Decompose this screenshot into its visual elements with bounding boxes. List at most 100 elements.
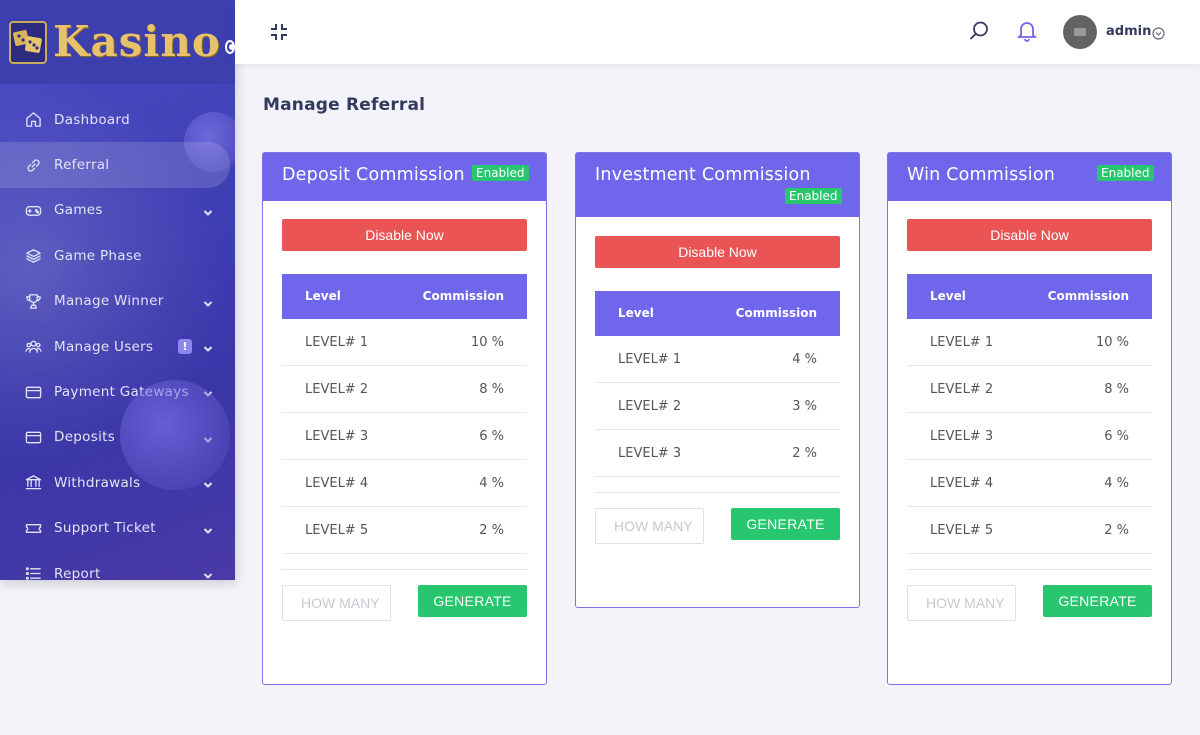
commission-cell: 2 % <box>1104 523 1129 538</box>
topbar: admin <box>235 0 1200 64</box>
win-commission-card: Win Commission Enabled Disable Now Level C… <box>887 152 1172 685</box>
table-row: LEVEL# 4 4 % <box>282 460 527 507</box>
status-badge: Enabled <box>472 165 529 181</box>
card-title: Win Commission <box>907 165 1056 185</box>
sidebar: Kasino Dashboard Referral Games Game Phase M… <box>0 0 235 580</box>
sidebar-item-label: Manage Winner <box>54 293 164 310</box>
sidebar-item-manage-winner[interactable]: Manage Winner <box>0 279 235 324</box>
bank-icon <box>24 474 42 492</box>
table-row: LEVEL# 5 2 % <box>907 507 1152 554</box>
commission-cell: 10 % <box>1095 335 1129 350</box>
level-cell: LEVEL# 2 <box>930 382 994 397</box>
fullscreen-collapse-icon[interactable] <box>269 22 289 46</box>
list-icon <box>24 565 42 580</box>
level-cell: LEVEL# 4 <box>305 476 369 491</box>
sidebar-item-referral[interactable]: Referral <box>0 142 230 188</box>
chevron-down-icon <box>203 341 213 357</box>
divider <box>907 569 1152 570</box>
table-row: LEVEL# 3 2 % <box>595 430 840 477</box>
users-icon <box>24 338 42 356</box>
credit-card-icon <box>24 383 42 401</box>
column-header-level: Level <box>618 306 654 320</box>
commission-cell: 4 % <box>479 476 504 491</box>
chevron-down-icon <box>203 386 213 402</box>
alert-badge: ! <box>178 338 192 354</box>
brand-name: Kasino <box>53 17 221 66</box>
chevron-down-circle-icon[interactable] <box>1152 25 1165 44</box>
table-row: LEVEL# 4 4 % <box>907 460 1152 507</box>
disable-now-button[interactable]: Disable Now <box>595 236 840 268</box>
sidebar-item-report[interactable]: Report <box>0 551 235 580</box>
generate-button[interactable]: GENERATE <box>418 585 527 617</box>
column-header-commission: Commission <box>422 289 504 303</box>
column-header-level: Level <box>305 289 341 303</box>
commission-cell: 4 % <box>1104 476 1129 491</box>
table-row: LEVEL# 2 8 % <box>282 366 527 413</box>
sidebar-item-games[interactable]: Games <box>0 188 235 233</box>
level-cell: LEVEL# 1 <box>305 335 369 350</box>
table-header: Level Commission <box>595 291 840 336</box>
card-header: Investment Commission Enabled <box>576 153 859 217</box>
level-cell: LEVEL# 3 <box>930 429 994 444</box>
bell-icon[interactable] <box>1016 20 1038 46</box>
commission-cell: 10 % <box>470 335 504 350</box>
sidebar-item-withdrawals[interactable]: Withdrawals <box>0 460 235 505</box>
disable-now-button[interactable]: Disable Now <box>282 219 527 251</box>
brand[interactable]: Kasino <box>0 0 235 84</box>
sidebar-item-dashboard[interactable]: Dashboard <box>0 97 235 142</box>
sidebar-toggle-icon[interactable] <box>224 40 235 54</box>
commission-cell: 2 % <box>479 523 504 538</box>
dice-logo-icon <box>9 20 47 64</box>
table-header: Level Commission <box>907 274 1152 319</box>
generate-button[interactable]: GENERATE <box>1043 585 1152 617</box>
chevron-down-icon <box>203 568 213 580</box>
chevron-down-icon <box>203 296 213 312</box>
sidebar-item-deposits[interactable]: Deposits <box>0 415 235 460</box>
sidebar-item-label: Manage Users <box>54 338 154 355</box>
link-icon <box>24 156 42 174</box>
chevron-down-icon <box>203 477 213 493</box>
sidebar-item-label: Games <box>54 202 103 219</box>
sidebar-item-payment-gateways[interactable]: Payment Gateways <box>0 369 235 414</box>
commission-cell: 6 % <box>479 429 504 444</box>
commission-table: Level Commission LEVEL# 1 4 % LEVEL# 2 3… <box>595 291 840 477</box>
layers-icon <box>24 247 42 265</box>
sidebar-item-label: Deposits <box>54 429 116 446</box>
user-name[interactable]: admin <box>1106 24 1151 39</box>
generate-button[interactable]: GENERATE <box>731 508 840 540</box>
card-header: Deposit Commission Enabled <box>263 153 546 201</box>
divider <box>282 569 527 570</box>
page-title: Manage Referral <box>263 95 426 115</box>
how-many-input[interactable] <box>907 585 1016 621</box>
sidebar-item-label: Dashboard <box>54 111 130 128</box>
disable-now-button[interactable]: Disable Now <box>907 219 1152 251</box>
commission-cell: 8 % <box>1104 382 1129 397</box>
search-icon[interactable] <box>968 20 990 46</box>
column-header-commission: Commission <box>1047 289 1129 303</box>
sidebar-item-game-phase[interactable]: Game Phase <box>0 233 235 278</box>
commission-table: Level Commission LEVEL# 1 10 % LEVEL# 2 … <box>282 274 527 554</box>
table-row: LEVEL# 3 6 % <box>282 413 527 460</box>
sidebar-item-label: Report <box>54 565 101 580</box>
commission-cell: 6 % <box>1104 429 1129 444</box>
table-row: LEVEL# 1 10 % <box>907 319 1152 366</box>
sidebar-item-support-ticket[interactable]: Support Ticket <box>0 506 235 551</box>
table-row: LEVEL# 5 2 % <box>282 507 527 554</box>
card-header: Win Commission Enabled <box>888 153 1171 201</box>
table-header: Level Commission <box>282 274 527 319</box>
sidebar-menu: Dashboard Referral Games Game Phase Manage W… <box>0 97 235 580</box>
home-icon <box>24 111 42 129</box>
table-row: LEVEL# 2 8 % <box>907 366 1152 413</box>
how-many-input[interactable] <box>282 585 391 621</box>
how-many-input[interactable] <box>595 508 704 544</box>
investment-commission-card: Investment Commission Enabled Disable Now … <box>575 152 860 608</box>
ticket-icon <box>24 519 42 537</box>
trophy-icon <box>24 292 42 310</box>
sidebar-item-label: Game Phase <box>54 247 142 264</box>
avatar[interactable] <box>1063 15 1097 49</box>
level-cell: LEVEL# 3 <box>305 429 369 444</box>
level-cell: LEVEL# 5 <box>305 523 369 538</box>
table-row: LEVEL# 1 10 % <box>282 319 527 366</box>
deposit-commission-card: Deposit Commission Enabled Disable Now Lev… <box>262 152 547 685</box>
sidebar-item-manage-users[interactable]: Manage Users! <box>0 324 235 369</box>
